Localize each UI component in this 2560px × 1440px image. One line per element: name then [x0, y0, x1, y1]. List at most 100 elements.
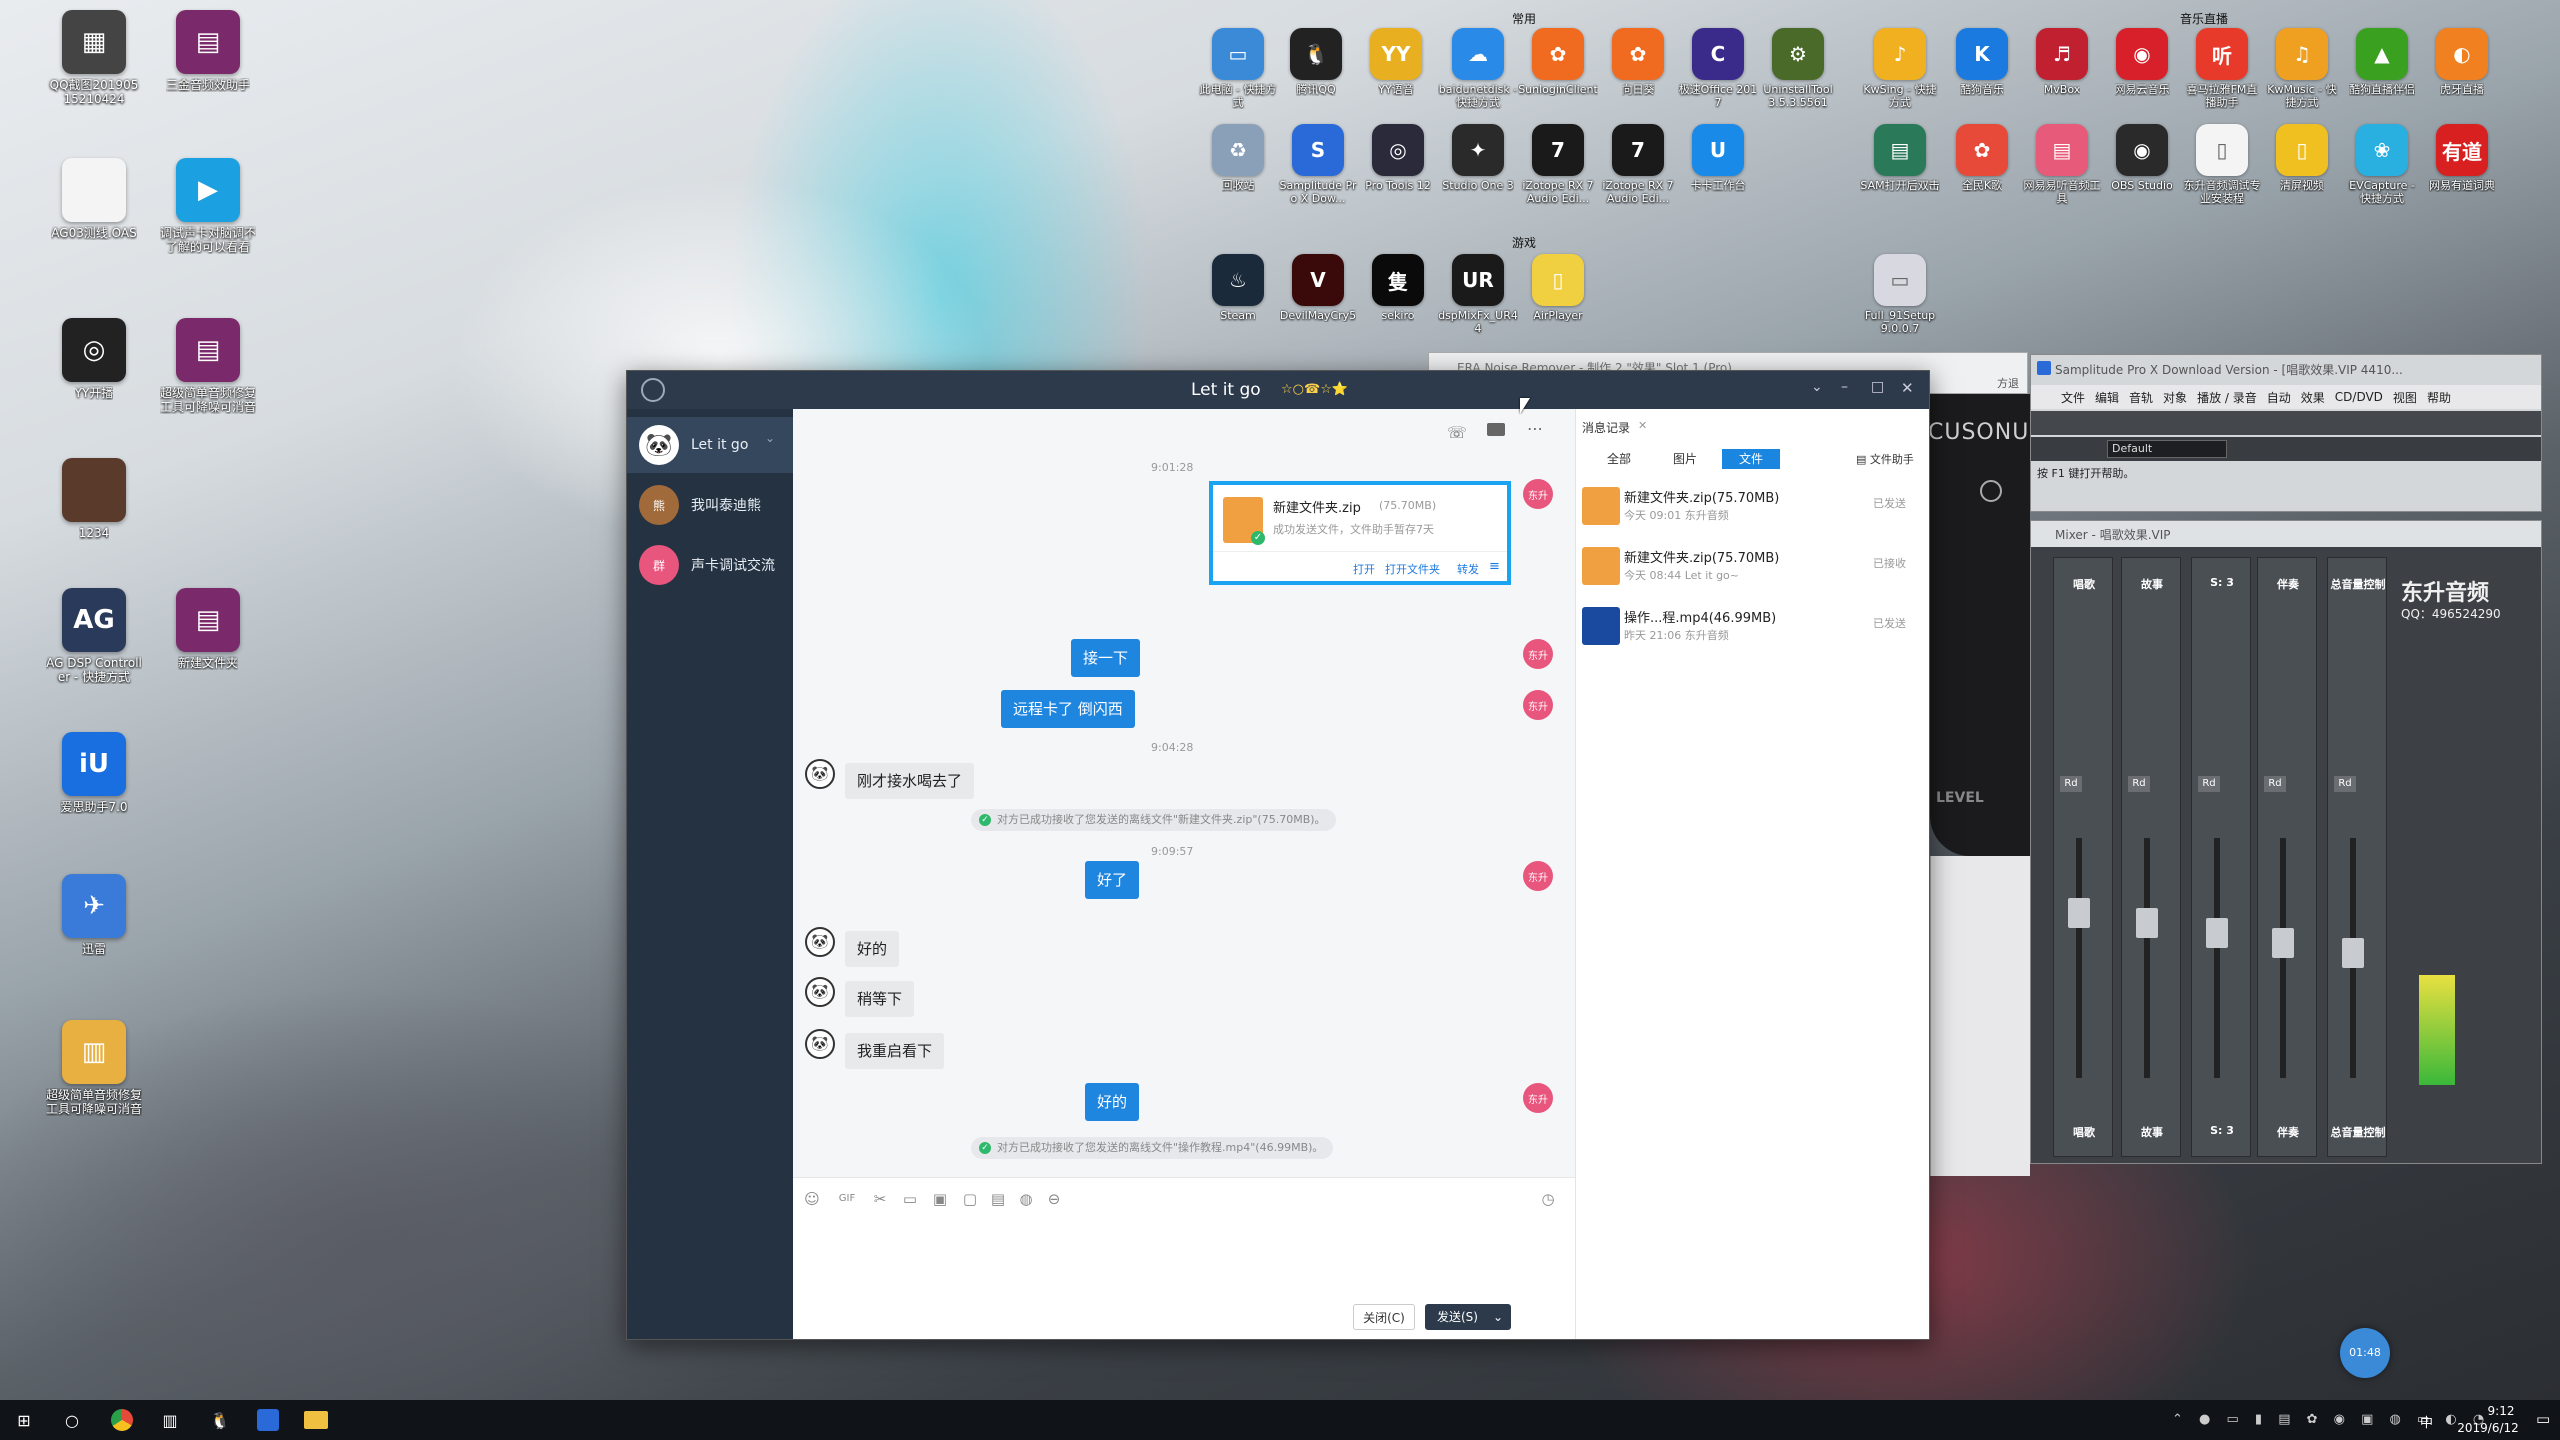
mixer-fader[interactable]: [2068, 898, 2090, 928]
daw-preset-select[interactable]: Default: [2107, 440, 2227, 458]
record-row[interactable]: 新建文件夹.zip(75.70MB) 今天 09:01 东升音频 已发送: [1576, 477, 1930, 535]
minimize-icon[interactable]: –: [1841, 379, 1848, 395]
clock-date[interactable]: 2019/6/12: [2440, 1421, 2536, 1435]
desktop-icon[interactable]: UR dspMixFx_UR44: [1438, 254, 1518, 335]
phone-icon[interactable]: ☏: [1447, 423, 1467, 442]
send-button[interactable]: 发送(S) ⌄: [1425, 1304, 1511, 1330]
search-icon[interactable]: [641, 378, 665, 402]
desktop-icon[interactable]: V DevilMayCry5: [1278, 254, 1358, 322]
daw-menu-item[interactable]: 播放 / 录音: [2197, 389, 2257, 406]
desktop-icon[interactable]: AG AG DSP Controller - 快捷方式: [46, 588, 142, 684]
chevron-down-icon[interactable]: ⌄: [1811, 379, 1823, 395]
records-tab-1[interactable]: 图片: [1656, 449, 1714, 469]
desktop-icon[interactable]: ▯ 清屏视频: [2262, 124, 2342, 192]
daw-menu-item[interactable]: 文件: [2061, 389, 2085, 406]
qq-taskbar-icon[interactable]: 🐧: [204, 1404, 236, 1436]
desktop-icon[interactable]: ✈ 迅雷: [46, 874, 142, 956]
mixer-record-button[interactable]: Rd: [2198, 776, 2220, 792]
mixer-fader[interactable]: [2272, 928, 2294, 958]
desktop-icon[interactable]: 听喜马拉雅FM直播助手: [2182, 28, 2262, 109]
file-assistant-link[interactable]: ▤ 文件助手: [1856, 451, 1914, 467]
desktop-icon[interactable]: ✿ 向日葵: [1598, 28, 1678, 96]
notification-icon[interactable]: ▭: [2536, 1410, 2550, 1428]
desktop-icon[interactable]: ◎ YY开播: [46, 318, 142, 400]
desktop-icon[interactable]: ▤ 三金音频效助手: [160, 10, 256, 92]
desktop-icon[interactable]: ♻ 回收站: [1198, 124, 1278, 192]
daw-menu-item[interactable]: 帮助: [2427, 389, 2451, 406]
contact-item[interactable]: 群声卡调试交流: [627, 537, 793, 593]
desktop-icon[interactable]: 隻 sekiro: [1358, 254, 1438, 322]
desktop-icon[interactable]: ◐ 虎牙直播: [2422, 28, 2502, 96]
mixer-record-button[interactable]: Rd: [2128, 776, 2150, 792]
chat-window[interactable]: Let it go ☆○☎☆⭐ ⌄ – □ ✕ 🐼 Let it go ⌄ 熊我叫泰迪…: [626, 370, 1930, 1340]
contact-item[interactable]: 🐼 Let it go ⌄: [627, 417, 793, 473]
image-icon[interactable]: ▣: [931, 1190, 949, 1208]
clock-time[interactable]: 9:12: [2466, 1404, 2536, 1418]
record-row[interactable]: 操作...程.mp4(46.99MB) 昨天 21:06 东升音频 已发送: [1576, 597, 1930, 655]
ime-indicator[interactable]: 中: [2420, 1412, 2433, 1431]
maximize-icon[interactable]: □: [1871, 379, 1884, 395]
daw-menu-item[interactable]: 视图: [2393, 389, 2417, 406]
desktop-icon[interactable]: ❀ EVCapture - 快捷方式: [2342, 124, 2422, 205]
history-icon[interactable]: ◷: [1539, 1190, 1557, 1208]
desktop-icon[interactable]: ♬ MvBox: [2022, 28, 2102, 96]
folder-icon[interactable]: ▭: [901, 1190, 919, 1208]
start-button[interactable]: ⊞: [8, 1404, 40, 1436]
desktop-icon[interactable]: ▯ AirPlayer: [1518, 254, 1598, 322]
mixer-fader[interactable]: [2342, 938, 2364, 968]
desktop-icon[interactable]: ▤ 网易易听音频工具: [2022, 124, 2102, 205]
desktop-icon[interactable]: 7 iZotope RX 7 Audio Edi...: [1598, 124, 1678, 205]
mixer-fader[interactable]: [2136, 908, 2158, 938]
mixer-record-button[interactable]: Rd: [2060, 776, 2082, 792]
file-open-folder-link[interactable]: 打开文件夹: [1385, 561, 1440, 577]
daw-taskbar-icon[interactable]: ▥: [154, 1404, 186, 1436]
desktop-icon[interactable]: YY YY语音: [1356, 28, 1436, 96]
desktop-icon[interactable]: ◉ 网易云音乐: [2102, 28, 2182, 96]
input-area[interactable]: ☺ GIF ✂ ▭ ▣ ▢ ▤ ◍ ⊖ ◷ 关闭(C) 发送(S) ⌄: [793, 1177, 1575, 1339]
desktop-icon[interactable]: ▤ 超级简单音频修复工具可降噪可消音: [160, 318, 256, 414]
explorer-taskbar-icon[interactable]: [300, 1404, 332, 1436]
more-tools-icon[interactable]: ⊖: [1045, 1190, 1063, 1208]
desktop-icon[interactable]: ◎ Pro Tools 12: [1358, 124, 1438, 192]
screen-icon[interactable]: ▢: [961, 1190, 979, 1208]
desktop-icon[interactable]: 有道 网易有道词典: [2422, 124, 2502, 192]
desktop-icon[interactable]: ✦ Studio One 3: [1438, 124, 1518, 192]
desktop-icon[interactable]: ♪ KwSing - 快捷方式: [1860, 28, 1940, 109]
daw-menu-item[interactable]: 音轨: [2129, 389, 2153, 406]
daw-menu-item[interactable]: 效果: [2301, 389, 2325, 406]
record-row[interactable]: 新建文件夹.zip(75.70MB) 今天 08:44 Let it go~ 已接收: [1576, 537, 1930, 595]
daw-menu-item[interactable]: 编辑: [2095, 389, 2119, 406]
records-close-icon[interactable]: ✕: [1638, 419, 1647, 432]
emoji-icon[interactable]: ☺: [803, 1190, 821, 1208]
mixer-channel[interactable]: 总音量控制 总音量控制 Rd: [2327, 557, 2387, 1157]
mixer-channel[interactable]: 伴奏 伴奏 Rd: [2257, 557, 2317, 1157]
video-icon[interactable]: [1487, 423, 1505, 436]
desktop-icon[interactable]: AG03测线.OAS: [46, 158, 142, 240]
send-options-icon[interactable]: ⌄: [1493, 1304, 1503, 1330]
file-menu-icon[interactable]: ≡: [1489, 559, 1500, 574]
mixer-record-button[interactable]: Rd: [2334, 776, 2356, 792]
desktop-icon[interactable]: ☁ baidunetdisk - 快捷方式: [1438, 28, 1518, 109]
desktop-icon[interactable]: ▦ QQ截图20190515210424: [46, 10, 142, 106]
desktop-icon[interactable]: iU 爱思助手7.0: [46, 732, 142, 814]
file-open-link[interactable]: 打开: [1353, 561, 1375, 577]
gif-icon[interactable]: GIF: [835, 1190, 859, 1208]
contact-item[interactable]: 熊我叫泰迪熊: [627, 477, 793, 533]
desktop-icon[interactable]: ♫ KwMusic - 快捷方式: [2262, 28, 2342, 109]
desktop-icon[interactable]: 7 iZotope RX 7 Audio Edi...: [1518, 124, 1598, 205]
mixer-fader[interactable]: [2206, 918, 2228, 948]
cortana-icon[interactable]: ○: [56, 1404, 88, 1436]
desktop-icon[interactable]: ▲ 酷狗直播伴侣: [2342, 28, 2422, 96]
records-tab-0[interactable]: 全部: [1590, 449, 1648, 469]
mixer-channel[interactable]: 故事 故事 Rd: [2121, 557, 2181, 1157]
desktop-icon[interactable]: ▥ 超级简单音频修复工具可降噪可消音: [46, 1020, 142, 1116]
scissors-icon[interactable]: ✂: [871, 1190, 889, 1208]
file-card[interactable]: ✓ 新建文件夹.zip (75.70MB) 成功发送文件，文件助手暂存7天 打开…: [1209, 481, 1511, 585]
mixer-channel[interactable]: 唱歌 唱歌 Rd: [2053, 557, 2113, 1157]
desktop-icon[interactable]: ▯ 东升音频调试专业安装程: [2182, 124, 2262, 205]
floating-timer-badge[interactable]: 01:48: [2340, 1328, 2390, 1378]
desktop-icon[interactable]: ◉ OBS Studio: [2102, 124, 2182, 192]
records-tab-2[interactable]: 文件: [1722, 449, 1780, 469]
more-icon[interactable]: ⋯: [1527, 419, 1543, 438]
desktop-icon[interactable]: ♨ Steam: [1198, 254, 1278, 322]
